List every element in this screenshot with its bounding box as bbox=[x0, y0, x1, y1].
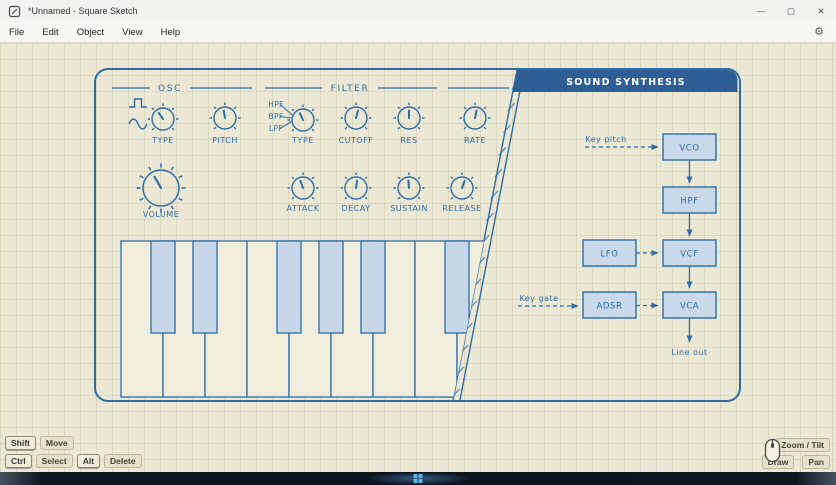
signal-flow-diagram: VCO HPF LFO VCF ADSR VCA Key pitch Key g… bbox=[518, 133, 717, 357]
knob-release-label: RELEASE bbox=[442, 204, 481, 213]
knob-pitch[interactable] bbox=[208, 101, 242, 130]
knob-osc-type-label: TYPE bbox=[151, 136, 174, 145]
knob-osc-type[interactable] bbox=[146, 102, 180, 131]
knob-release[interactable] bbox=[445, 171, 479, 200]
drawing-canvas[interactable]: SOUND SYNTHESIS OSC FILTER HPF BPF LPF T… bbox=[0, 43, 836, 472]
hint-shift-key: Shift bbox=[5, 436, 36, 450]
menu-object[interactable]: Object bbox=[68, 27, 113, 38]
osc-section-title: OSC bbox=[158, 84, 182, 94]
hint-ctrl-key: Ctrl bbox=[5, 454, 32, 468]
block-vco-label: VCO bbox=[679, 144, 699, 154]
close-button[interactable]: ✕ bbox=[806, 0, 836, 22]
diagram-header: SOUND SYNTHESIS bbox=[513, 70, 738, 92]
knob-filter-type[interactable] bbox=[286, 103, 320, 132]
filter-section-title: FILTER bbox=[331, 84, 370, 94]
square-wave-icon[interactable] bbox=[129, 98, 147, 108]
menu-help[interactable]: Help bbox=[152, 27, 190, 38]
piano-keyboard[interactable] bbox=[120, 240, 500, 398]
key-pitch-label: Key pitch bbox=[585, 135, 626, 144]
menu-edit[interactable]: Edit bbox=[33, 27, 67, 38]
knob-rate[interactable] bbox=[458, 101, 492, 130]
knob-cutoff[interactable] bbox=[339, 101, 373, 130]
black-key[interactable] bbox=[318, 240, 344, 334]
hint-select-action: Select bbox=[35, 454, 73, 468]
black-key[interactable] bbox=[444, 240, 470, 334]
black-key[interactable] bbox=[276, 240, 302, 334]
maximize-button[interactable]: ▢ bbox=[776, 0, 806, 22]
block-adsr-label: ADSR bbox=[596, 302, 622, 312]
settings-gear-icon[interactable]: ⚙ bbox=[814, 26, 824, 38]
titlebar: *Unnamed - Square Sketch — ▢ ✕ bbox=[0, 0, 836, 22]
knob-sustain-label: SUSTAIN bbox=[390, 204, 428, 213]
knob-decay[interactable] bbox=[339, 171, 373, 200]
key-gate-label: Key gate bbox=[519, 294, 558, 303]
black-key[interactable] bbox=[360, 240, 386, 334]
minimize-button[interactable]: — bbox=[746, 0, 776, 22]
menu-view[interactable]: View bbox=[113, 27, 151, 38]
line-out-label: Line out bbox=[671, 348, 707, 357]
hint-delete-action: Delete bbox=[104, 454, 142, 468]
app-icon bbox=[8, 5, 21, 18]
app-window: *Unnamed - Square Sketch — ▢ ✕ File Edit… bbox=[0, 0, 836, 485]
window-title: *Unnamed - Square Sketch bbox=[28, 6, 138, 16]
black-key[interactable] bbox=[150, 240, 176, 334]
modifier-hints: Shift Move Ctrl Select Alt Delete bbox=[5, 436, 142, 468]
knob-attack-label: ATTACK bbox=[286, 204, 319, 213]
hint-pan: Pan bbox=[802, 455, 830, 469]
hint-alt-key: Alt bbox=[76, 454, 101, 468]
hint-move-action: Move bbox=[39, 436, 74, 450]
knob-cutoff-label: CUTOFF bbox=[339, 136, 374, 145]
panel-divider bbox=[452, 69, 525, 401]
knob-sustain[interactable] bbox=[392, 171, 426, 200]
windows-start-button[interactable] bbox=[413, 474, 423, 483]
block-vca-label: VCA bbox=[680, 302, 699, 312]
hint-zoom-tilt: Zoom / Tilt bbox=[775, 438, 830, 452]
knob-pitch-label: PITCH bbox=[212, 136, 238, 145]
black-key[interactable] bbox=[192, 240, 218, 334]
menubar: File Edit Object View Help ⚙ bbox=[0, 22, 836, 43]
knob-volume-label: VOLUME bbox=[143, 210, 180, 219]
taskbar bbox=[0, 472, 836, 485]
sketch-canvas[interactable]: SOUND SYNTHESIS OSC FILTER HPF BPF LPF T… bbox=[0, 43, 836, 472]
block-lfo-label: LFO bbox=[600, 250, 618, 260]
knob-rate-label: RATE bbox=[464, 136, 486, 145]
menu-file[interactable]: File bbox=[0, 27, 33, 38]
knob-filter-type-label: TYPE bbox=[291, 136, 314, 145]
mouse-hints: Zoom / Tilt Draw Pan bbox=[761, 438, 830, 469]
knob-res[interactable] bbox=[392, 101, 426, 130]
window-controls: — ▢ ✕ bbox=[746, 0, 836, 22]
knob-decay-label: DECAY bbox=[341, 204, 370, 213]
knob-res-label: RES bbox=[400, 136, 417, 145]
block-vcf-label: VCF bbox=[680, 250, 698, 260]
knob-attack[interactable] bbox=[286, 171, 320, 200]
knob-volume[interactable] bbox=[135, 162, 187, 214]
sine-wave-icon[interactable] bbox=[128, 118, 148, 130]
filter-mode-hpf: HPF bbox=[268, 100, 283, 109]
diagram-title: SOUND SYNTHESIS bbox=[566, 77, 686, 88]
block-hpf-label: HPF bbox=[680, 197, 698, 207]
